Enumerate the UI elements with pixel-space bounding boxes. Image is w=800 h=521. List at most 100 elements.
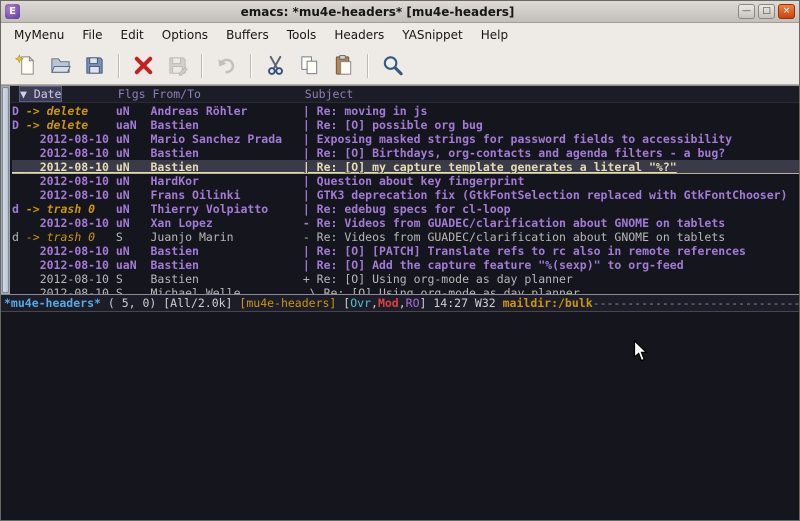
new-file-icon[interactable] bbox=[9, 51, 43, 81]
close-button[interactable]: × bbox=[778, 4, 795, 19]
message-from: Juanjo Marin bbox=[151, 230, 303, 244]
message-date: 2012-08-10 bbox=[26, 286, 116, 294]
message-from: Bastien bbox=[151, 118, 303, 132]
message-row[interactable]: d -> trash 0 S Juanjo Marin - Re: Videos… bbox=[12, 230, 799, 244]
menu-item-mymenu[interactable]: MyMenu bbox=[5, 23, 73, 47]
message-flags: uN bbox=[116, 216, 151, 230]
message-from: Frans Oilinki bbox=[151, 188, 303, 202]
message-mark bbox=[12, 188, 26, 202]
message-mark bbox=[12, 286, 26, 294]
message-row[interactable]: D -> delete uN Andreas Röhler | Re: movi… bbox=[12, 104, 799, 118]
message-flags: uN bbox=[116, 160, 151, 174]
message-flags: uaN bbox=[116, 258, 151, 272]
emacs-window: E emacs: *mu4e-headers* [mu4e-headers] —… bbox=[0, 0, 800, 521]
message-subject: | Re: edebug specs for cl-loop bbox=[303, 202, 511, 216]
paste-icon[interactable] bbox=[326, 51, 360, 81]
message-row[interactable]: 2012-08-10 uN Mario Sanchez Prada | Expo… bbox=[12, 132, 799, 146]
scrollbar-thumb[interactable] bbox=[2, 87, 9, 293]
message-row[interactable]: D -> delete uaN Bastien | Re: [O] possib… bbox=[12, 118, 799, 132]
message-mark: D bbox=[12, 104, 26, 118]
cut-icon[interactable] bbox=[258, 51, 292, 81]
message-row[interactable]: 2012-08-10 S Michael Welle \ Re: [O] Usi… bbox=[12, 286, 799, 294]
message-row[interactable]: d -> trash 0 uN Thierry Volpiatto | Re: … bbox=[12, 202, 799, 216]
message-subject: - Re: Videos from GUADEC/clarification a… bbox=[303, 230, 725, 244]
modeline-segment-plain: , bbox=[399, 296, 406, 310]
message-row[interactable]: 2012-08-10 S Bastien + Re: [O] Using org… bbox=[12, 272, 799, 286]
header-col-labels: Flgs From/To Subject bbox=[62, 87, 353, 101]
minimize-button[interactable]: — bbox=[738, 4, 755, 19]
modeline-segment-plain: , bbox=[371, 296, 378, 310]
echo-area[interactable] bbox=[1, 312, 799, 520]
message-date: 2012-08-10 bbox=[26, 272, 116, 286]
save-icon[interactable] bbox=[77, 51, 111, 81]
search-icon[interactable] bbox=[375, 51, 409, 81]
message-subject: | Re: [O] Add the capture feature "%(sex… bbox=[303, 258, 684, 272]
message-row[interactable]: 2012-08-10 uN Frans Oilinki | GTK3 depre… bbox=[12, 188, 799, 202]
modeline-segment-plain: ] bbox=[420, 296, 434, 310]
message-row[interactable]: 2012-08-10 uN Bastien | Re: [O] [PATCH] … bbox=[12, 244, 799, 258]
message-subject: | Exposing masked strings for password f… bbox=[303, 132, 732, 146]
message-date: 2012-08-10 bbox=[26, 244, 116, 258]
menu-item-tools[interactable]: Tools bbox=[278, 23, 326, 47]
message-date: -> delete bbox=[26, 104, 116, 118]
message-subject: | Re: [O] [PATCH] Translate refs to rc a… bbox=[303, 244, 746, 258]
message-row[interactable]: 2012-08-10 uN Xan Lopez - Re: Videos fro… bbox=[12, 216, 799, 230]
modeline-segment-bufname: *mu4e-headers* bbox=[4, 296, 101, 310]
message-row[interactable]: 2012-08-10 uN HardKor | Question about k… bbox=[12, 174, 799, 188]
message-subject: | GTK3 deprecation fix (GtkFontSelection… bbox=[303, 188, 788, 202]
maximize-button[interactable]: □ bbox=[758, 4, 775, 19]
toolbar-separator bbox=[201, 54, 202, 78]
message-mark: d bbox=[12, 202, 26, 216]
toolbar-separator bbox=[367, 54, 368, 78]
menu-item-headers[interactable]: Headers bbox=[325, 23, 393, 47]
message-flags: uN bbox=[116, 174, 151, 188]
menu-item-file[interactable]: File bbox=[73, 23, 111, 47]
message-date: 2012-08-10 bbox=[26, 174, 116, 188]
message-subject: - Re: Videos from GUADEC/clarification a… bbox=[303, 216, 725, 230]
message-flags: S bbox=[116, 286, 151, 294]
header-col-date[interactable]: ▼ Date bbox=[19, 86, 63, 102]
message-flags: uN bbox=[116, 132, 151, 146]
title-bar: E emacs: *mu4e-headers* [mu4e-headers] —… bbox=[1, 1, 799, 23]
menu-item-yasnippet[interactable]: YASnippet bbox=[393, 23, 472, 47]
message-from: Xan Lopez bbox=[151, 216, 303, 230]
menu-item-help[interactable]: Help bbox=[472, 23, 517, 47]
message-date: 2012-08-10 bbox=[26, 160, 116, 174]
mode-line: *mu4e-headers* ( 5, 0) [All/2.0k] [mu4e-… bbox=[1, 294, 799, 312]
message-flags: uN bbox=[116, 244, 151, 258]
message-from: Bastien bbox=[151, 146, 303, 160]
message-from: Bastien bbox=[151, 160, 303, 174]
modeline-segment-orange: [mu4e-headers] bbox=[239, 296, 336, 310]
menu-item-edit[interactable]: Edit bbox=[112, 23, 153, 47]
scrollbar[interactable] bbox=[1, 86, 10, 294]
toolbar-separator bbox=[118, 54, 119, 78]
open-folder-icon[interactable] bbox=[43, 51, 77, 81]
mouse-cursor bbox=[633, 340, 648, 362]
menu-item-options[interactable]: Options bbox=[153, 23, 217, 47]
message-date: 2012-08-10 bbox=[26, 146, 116, 160]
message-date: 2012-08-10 bbox=[26, 188, 116, 202]
message-row[interactable]: 2012-08-10 uaN Bastien | Re: [O] Add the… bbox=[12, 258, 799, 272]
copy-icon[interactable] bbox=[292, 51, 326, 81]
message-flags: uaN bbox=[116, 118, 151, 132]
modeline-segment-plain: 14:27 W32 bbox=[433, 296, 502, 310]
message-date: -> trash 0 bbox=[26, 202, 116, 216]
message-subject: | Re: [O] Birthdays, org-contacts and ag… bbox=[303, 146, 725, 160]
close-buffer-icon[interactable] bbox=[126, 51, 160, 81]
message-flags: uN bbox=[116, 104, 151, 118]
message-row[interactable]: 2012-08-10 uN Bastien | Re: [O] Birthday… bbox=[12, 146, 799, 160]
buffer-area[interactable]: D -> delete uN Andreas Röhler | Re: movi… bbox=[10, 103, 799, 294]
message-from: Bastien bbox=[151, 244, 303, 258]
menu-item-buffers[interactable]: Buffers bbox=[217, 23, 278, 47]
message-row[interactable]: 2012-08-10 uN Bastien | Re: [O] my captu… bbox=[12, 160, 799, 174]
message-subject: + Re: [O] Using org-mode as day planner bbox=[303, 272, 573, 286]
modeline-segment-dim: ----------------------------------------… bbox=[593, 296, 799, 310]
headers-pane: ▼ Date Flgs From/To Subject D -> delete … bbox=[10, 86, 799, 294]
save-as-icon bbox=[160, 51, 194, 81]
message-flags: S bbox=[116, 230, 151, 244]
message-date: -> trash 0 bbox=[26, 230, 116, 244]
message-subject: \ Re: [O] Using org-mode as day planner bbox=[303, 286, 580, 294]
message-flags: S bbox=[116, 272, 151, 286]
tool-bar bbox=[1, 47, 799, 85]
message-mark bbox=[12, 174, 26, 188]
